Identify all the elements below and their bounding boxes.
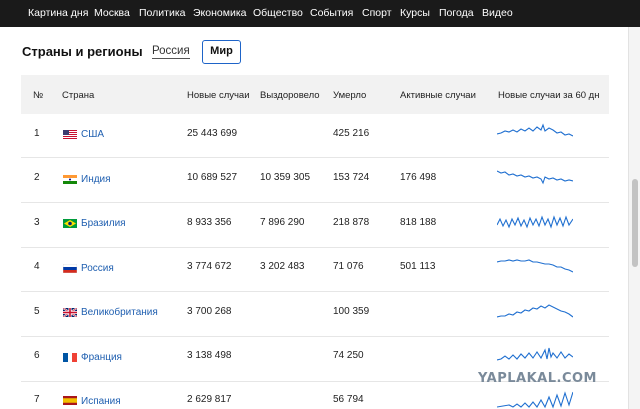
nav-item-video[interactable]: Видео <box>482 7 513 19</box>
nav-item-politika[interactable]: Политика <box>139 7 186 19</box>
recovered-value: 7 896 290 <box>260 217 305 228</box>
active-cases-value: 176 498 <box>400 172 437 183</box>
died-value: 100 359 <box>333 306 370 317</box>
sparkline-new-cases <box>497 347 573 361</box>
uk-flag-icon <box>63 308 77 317</box>
new-cases-value: 10 689 527 <box>187 172 238 183</box>
recovered-value: 3 202 483 <box>260 261 305 272</box>
nav-item-sport[interactable]: Спорт <box>362 7 392 19</box>
section-title: Страны и регионы <box>22 44 143 59</box>
top-navigation-bar: Картина дня Москва Политика Экономика Об… <box>0 0 640 27</box>
sparkline-new-cases <box>497 304 573 318</box>
sparkline-new-cases <box>497 215 573 229</box>
column-header-active-cases: Активные случаи <box>400 90 476 101</box>
active-cases-value: 818 188 <box>400 217 437 228</box>
india-flag-icon <box>63 175 77 184</box>
new-cases-value: 25 443 699 <box>187 128 238 139</box>
row-number: 1 <box>34 128 40 139</box>
new-cases-value: 8 933 356 <box>187 217 232 228</box>
sparkline-new-cases <box>497 259 573 273</box>
died-value: 425 216 <box>333 128 370 139</box>
new-cases-value: 2 629 817 <box>187 394 232 405</box>
row-number: 7 <box>34 394 40 405</box>
died-value: 71 076 <box>333 261 364 272</box>
row-number: 6 <box>34 350 40 361</box>
watermark: YAPLAKAL.COM <box>478 371 597 386</box>
new-cases-value: 3 700 268 <box>187 306 232 317</box>
new-cases-value: 3 774 672 <box>187 261 232 272</box>
sparkline-new-cases <box>497 170 573 185</box>
nav-item-obshchestvo[interactable]: Общество <box>253 7 303 19</box>
country-link[interactable]: Франция <box>81 352 122 363</box>
column-header-new-cases: Новые случаи <box>187 90 250 101</box>
country-link[interactable]: США <box>81 129 104 140</box>
column-header-died: Умерло <box>333 90 367 101</box>
row-number: 4 <box>34 261 40 272</box>
nav-item-kartina-dnya[interactable]: Картина дня <box>28 7 88 19</box>
died-value: 218 878 <box>333 217 370 228</box>
country-link[interactable]: Бразилия <box>81 218 126 229</box>
new-cases-value: 3 138 498 <box>187 350 232 361</box>
row-number: 2 <box>34 172 40 183</box>
recovered-value: 10 359 305 <box>260 172 311 183</box>
country-link[interactable]: Россия <box>81 263 114 274</box>
active-cases-value: 501 113 <box>400 261 436 272</box>
tab-world[interactable]: Мир <box>202 40 241 64</box>
nav-item-kursy[interactable]: Курсы <box>400 7 430 19</box>
vertical-scrollbar[interactable] <box>628 27 640 409</box>
row-number: 5 <box>34 306 40 317</box>
france-flag-icon <box>63 353 77 362</box>
sparkline-new-cases <box>497 391 573 409</box>
nav-item-ekonomika[interactable]: Экономика <box>193 7 246 19</box>
usa-flag-icon <box>63 130 77 139</box>
column-header-country: Страна <box>62 90 95 101</box>
died-value: 153 724 <box>333 172 370 183</box>
country-link[interactable]: Индия <box>81 174 111 185</box>
nav-item-sobytiya[interactable]: События <box>310 7 353 19</box>
russia-flag-icon <box>63 264 77 273</box>
sparkline-new-cases <box>497 123 573 137</box>
row-number: 3 <box>34 217 40 228</box>
column-header-recovered: Выздоровело <box>260 90 320 101</box>
died-value: 74 250 <box>333 350 364 361</box>
nav-item-pogoda[interactable]: Погода <box>439 7 474 19</box>
scrollbar-thumb[interactable] <box>632 179 638 267</box>
brazil-flag-icon <box>63 219 77 228</box>
column-header-number: № <box>33 90 44 101</box>
country-link[interactable]: Испания <box>81 396 121 407</box>
nav-item-moskva[interactable]: Москва <box>94 7 130 19</box>
country-link[interactable]: Великобритания <box>81 307 158 318</box>
spain-flag-icon <box>63 396 77 405</box>
column-header-new-cases-60-days: Новые случаи за 60 дн <box>498 90 600 101</box>
died-value: 56 794 <box>333 394 364 405</box>
tab-russia[interactable]: Россия <box>152 45 190 59</box>
